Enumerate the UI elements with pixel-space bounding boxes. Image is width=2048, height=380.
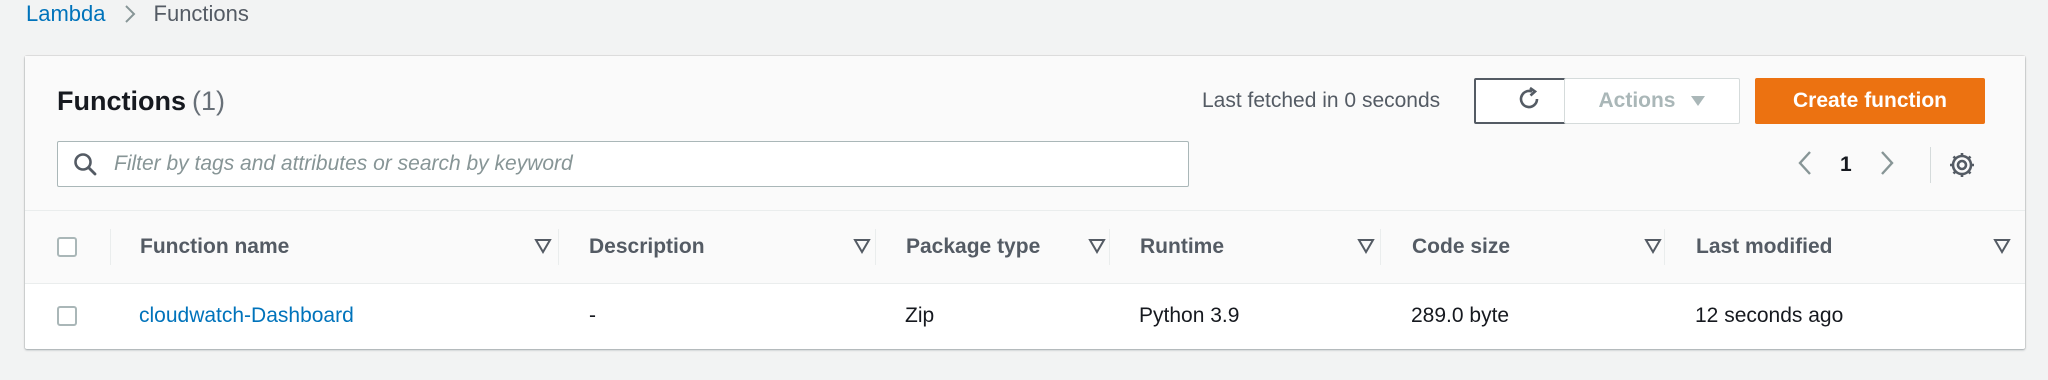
sort-icon xyxy=(1088,237,1106,255)
search-input[interactable] xyxy=(112,151,1176,177)
next-page-icon[interactable] xyxy=(1878,149,1896,182)
column-header-code-size[interactable]: Code size xyxy=(1412,211,1702,283)
select-all-checkbox[interactable] xyxy=(57,237,77,257)
column-separator xyxy=(875,229,876,265)
column-header-function-name[interactable]: Function name xyxy=(140,211,580,283)
sort-icon xyxy=(1357,237,1375,255)
function-last-modified: 12 seconds ago xyxy=(1695,304,1844,327)
actions-dropdown-button[interactable]: Actions xyxy=(1564,78,1740,124)
search-box xyxy=(57,141,1189,187)
breadcrumb-current: Functions xyxy=(153,1,249,26)
chevron-right-icon xyxy=(120,4,140,24)
previous-page-icon[interactable] xyxy=(1796,149,1814,182)
function-name-link[interactable]: cloudwatch-Dashboard xyxy=(139,284,354,348)
function-runtime: Python 3.9 xyxy=(1139,304,1240,327)
column-separator xyxy=(1380,229,1381,265)
table-row: cloudwatch-Dashboard - Zip Python 3.9 28… xyxy=(25,284,2025,348)
pager-divider xyxy=(1929,147,1931,183)
column-separator xyxy=(1664,229,1665,265)
column-header-description[interactable]: Description xyxy=(589,211,899,283)
title-text: Functions xyxy=(57,86,186,116)
sort-icon xyxy=(853,237,871,255)
column-label: Package type xyxy=(906,235,1041,258)
create-function-button[interactable]: Create function xyxy=(1755,78,1985,124)
column-header-last-modified[interactable]: Last modified xyxy=(1696,211,2016,283)
sort-icon xyxy=(1644,237,1662,255)
function-code-size: 289.0 byte xyxy=(1411,304,1510,327)
column-label: Function name xyxy=(140,235,290,258)
panel-header: Functions (1) Last fetched in 0 seconds A… xyxy=(25,56,2025,211)
caret-down-icon xyxy=(1690,89,1706,113)
breadcrumb: Lambda Functions xyxy=(26,0,249,28)
column-header-package-type[interactable]: Package type xyxy=(906,211,1136,283)
breadcrumb-lambda-link[interactable]: Lambda xyxy=(26,1,106,27)
pagination: 1 xyxy=(1796,147,1931,183)
last-fetched-text: Last fetched in 0 seconds xyxy=(1202,89,1441,112)
column-header-runtime[interactable]: Runtime xyxy=(1140,211,1410,283)
function-count: (1) xyxy=(192,86,225,116)
page-title: Functions (1) xyxy=(57,86,225,117)
column-label: Description xyxy=(589,235,705,258)
current-page-number[interactable]: 1 xyxy=(1840,153,1852,177)
column-label: Runtime xyxy=(1140,235,1224,258)
sort-icon xyxy=(1993,237,2011,255)
function-package-type: Zip xyxy=(905,304,935,327)
column-separator xyxy=(1109,229,1110,265)
column-separator xyxy=(558,229,559,265)
functions-panel: Functions (1) Last fetched in 0 seconds A… xyxy=(25,56,2025,349)
search-icon xyxy=(72,150,100,178)
function-description: - xyxy=(589,304,596,327)
actions-label: Actions xyxy=(1598,89,1676,112)
gear-icon[interactable] xyxy=(1947,150,1977,180)
column-separator xyxy=(110,229,111,265)
sort-icon xyxy=(534,237,552,255)
row-checkbox[interactable] xyxy=(57,306,77,326)
refresh-icon xyxy=(1515,85,1543,118)
column-label: Last modified xyxy=(1696,235,1833,258)
table-header: Function name Description Package type R… xyxy=(25,211,2025,284)
column-label: Code size xyxy=(1412,235,1511,258)
